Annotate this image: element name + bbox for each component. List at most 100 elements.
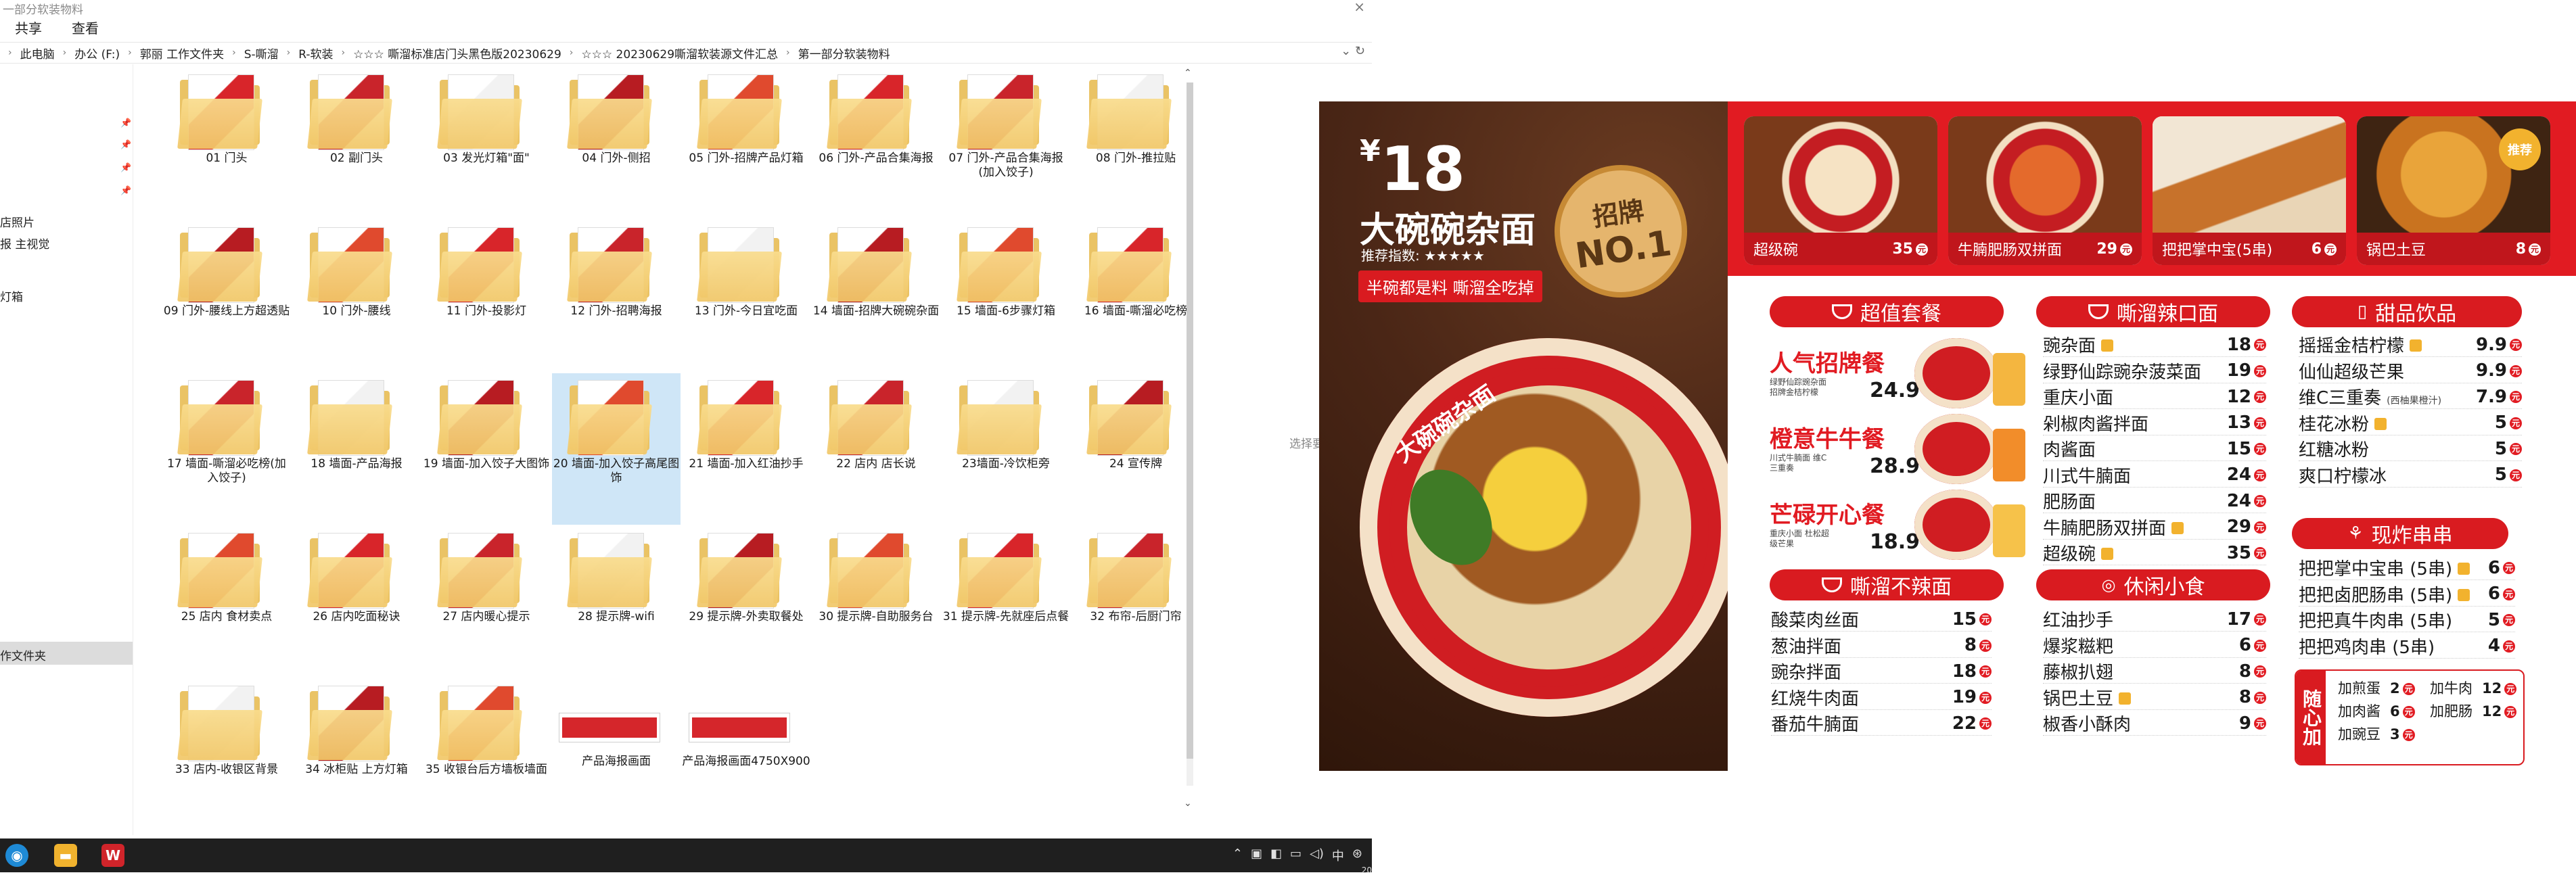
network-icon[interactable]: ▭ [1290, 847, 1302, 864]
folder-item[interactable]: 05 门外-招牌产品灯箱 [682, 68, 810, 219]
image-file-item[interactable]: 产品海报画面4750X900 [682, 679, 810, 830]
folder-item[interactable]: 23墙面-冷饮柜旁 [942, 373, 1070, 525]
nav-item-work-folder[interactable]: 作文件夹 [0, 646, 46, 663]
breadcrumb-current[interactable]: 第一部分软装物料 [798, 45, 890, 62]
folder-item[interactable]: 03 发光灯箱"面" [422, 68, 551, 219]
folder-item[interactable]: 12 门外-招聘海报 [552, 220, 681, 372]
folder-icon-front [177, 710, 262, 760]
add-on-name: 加肉酱 [2338, 703, 2380, 719]
cup-icon: ▯ [2357, 302, 2368, 322]
file-explorer-icon[interactable]: ▬ [54, 844, 77, 867]
breadcrumb-work-folder[interactable]: 郭丽 工作文件夹 [140, 45, 224, 62]
menu-item-name: 肉酱面 [2043, 436, 2227, 461]
menu-item-name-text: 红糖冰粉 [2299, 440, 2370, 460]
nav-item-lightbox[interactable]: 灯箱 [0, 287, 23, 304]
hero-panel: 大碗碗杂面 ¥18 大碗碗杂面 推荐指数: ★★★★★ 半碗都是料 嘶溜全吃掉 … [1319, 101, 1728, 771]
nav-item-kv[interactable]: 报 主视觉 [0, 235, 49, 252]
address-bar[interactable]: › 此电脑 › 办公 (F:) › 郭丽 工作文件夹 › S-嘶溜 › R-软装 › ☆☆… [0, 42, 1372, 64]
folder-icon-front [307, 252, 392, 302]
menu-item-price: 29 元 [2227, 517, 2266, 537]
folder-item[interactable]: 34 冰柜贴 上方灯箱 [292, 679, 421, 830]
tab-view[interactable]: 查看 [57, 18, 114, 37]
breadcrumb-drive[interactable]: 办公 (F:) [74, 45, 120, 62]
tray-app-icon[interactable]: ◧ [1270, 847, 1282, 864]
folder-item[interactable]: 29 提示牌-外卖取餐处 [682, 526, 810, 678]
folder-item[interactable]: 15 墙面-6步骤灯箱 [942, 220, 1070, 372]
menu-item-price: 6元 [2239, 635, 2266, 655]
folder-item[interactable]: 14 墙面-招牌大碗碗杂面 [812, 220, 940, 372]
folder-item[interactable]: 32 布帘-后厨门帘 [1072, 526, 1200, 678]
featured-dish-price: 6元 [2312, 241, 2337, 258]
breadcrumb-r-folder[interactable]: R-软装 [298, 45, 333, 62]
menu-item-row: 红油抄手 17 元 [2043, 607, 2266, 632]
folder-item[interactable]: 35 收银台后方墙板墙面 [422, 679, 551, 830]
price-value: 5 [2494, 412, 2507, 433]
clock[interactable]: 20 [1362, 866, 1372, 875]
nav-item-photos[interactable]: 店照片 [0, 213, 34, 230]
menu-item-name-text: 肉酱面 [2043, 440, 2096, 460]
folder-item[interactable]: 16 墙面-嘶溜必吃榜 [1072, 220, 1200, 372]
folder-item[interactable]: 01 门头 [162, 68, 291, 219]
breadcrumb-store-folder[interactable]: ☆☆☆ 嘶溜标准店门头黑色版20230629 [353, 45, 561, 62]
folder-item[interactable]: 24 宣传牌 [1072, 373, 1200, 525]
folder-item[interactable]: 28 提示牌-wifi [552, 526, 681, 678]
hero-recommend-rating: 推荐指数: ★★★★★ [1361, 247, 1485, 264]
volume-icon[interactable]: ◁) [1310, 847, 1324, 864]
scroll-up-icon[interactable]: ⌃ [1184, 68, 1192, 78]
close-icon[interactable]: × [1354, 0, 1365, 15]
tray-app-icon[interactable]: ▣ [1251, 847, 1262, 864]
price-value: 8 [1964, 635, 1977, 655]
folder-item[interactable]: 04 门外-侧招 [552, 68, 681, 219]
image-file-item[interactable]: 产品海报画面 [552, 679, 681, 830]
menu-item-row: 维C三重奏 (西柚果橙汁) 7.9 元 [2299, 385, 2522, 409]
folder-item[interactable]: 21 墙面-加入红油抄手 [682, 373, 810, 525]
folder-item[interactable]: 33 店内-收银区背景 [162, 679, 291, 830]
folder-item[interactable]: 27 店内暖心提示 [422, 526, 551, 678]
search-icon[interactable]: ◉ [5, 844, 28, 867]
section-title-text: 甜品饮品 [2375, 302, 2457, 326]
scroll-thumb[interactable] [1187, 82, 1193, 759]
tray-app-icon[interactable]: ⊛ [1352, 847, 1362, 864]
folder-item[interactable]: 02 副门头 [292, 68, 421, 219]
folder-item[interactable]: 20 墙面-加入饺子高尾图饰 [552, 373, 681, 525]
scroll-down-icon[interactable]: ⌄ [1184, 798, 1192, 809]
folder-item[interactable]: 11 门外-投影灯 [422, 220, 551, 372]
folder-item[interactable]: 31 提示牌-先就座后点餐 [942, 526, 1070, 678]
folder-item[interactable]: 10 门外-腰线 [292, 220, 421, 372]
wps-icon[interactable]: W [101, 844, 124, 867]
folder-item[interactable]: 08 门外-推拉贴 [1072, 68, 1200, 219]
folder-item[interactable]: 22 店内 店长说 [812, 373, 940, 525]
folder-item[interactable]: 07 门外-产品合集海报(加入饺子) [942, 68, 1070, 219]
featured-dish-strip: 超级碗 35 元牛腩肥肠双拼面 29 元把把掌中宝(5串) 6 元推荐 锅巴土豆 8 元 [1728, 101, 2576, 276]
price-value: 24 [2226, 490, 2251, 511]
folder-item[interactable]: 13 门外-今日宜吃面 [682, 220, 810, 372]
tab-share[interactable]: 共享 [0, 18, 57, 37]
ime-icon[interactable]: 中 [1332, 847, 1344, 864]
refresh-icon[interactable]: ⌄ ↻ [1341, 44, 1365, 58]
price-value: 8 [2515, 240, 2526, 258]
folder-item[interactable]: 26 店内吃面秘诀 [292, 526, 421, 678]
folder-item[interactable]: 30 提示牌-自助服务台 [812, 526, 940, 678]
menu-item-row: 超级碗 35 元 [2043, 541, 2266, 565]
breadcrumb-this-pc[interactable]: 此电脑 [20, 45, 55, 62]
menu-item-name: 把把卤肥肠串 (5串) [2299, 582, 2488, 607]
folder-item[interactable]: 06 门外-产品合集海报 [812, 68, 940, 219]
featured-dish-caption: 把把掌中宝(5串) 6 元 [2153, 233, 2346, 265]
breadcrumb-s-folder[interactable]: S-嘶溜 [244, 45, 279, 62]
folder-name: 01 门头 [206, 151, 248, 165]
chevron-right-icon: › [232, 47, 236, 58]
thumbs-up-icon [2101, 339, 2114, 352]
chevron-up-icon[interactable]: ⌃ [1233, 847, 1243, 864]
folder-item[interactable]: 18 墙面-产品海报 [292, 373, 421, 525]
drink-photo [1993, 353, 2025, 406]
price-value: 5 [2494, 465, 2507, 485]
section-title-text: 休闲小食 [2123, 575, 2205, 599]
folder-item[interactable]: 09 门外-腰线上方超透贴 [162, 220, 291, 372]
vertical-scrollbar[interactable]: ⌃ ⌄ [1182, 68, 1196, 811]
breadcrumb-source-folder[interactable]: ☆☆☆ 20230629嘶溜软装源文件汇总 [581, 45, 778, 62]
folder-item[interactable]: 19 墙面-加入饺子大图饰 [422, 373, 551, 525]
folder-item[interactable]: 17 墙面-嘶溜必吃榜(加入饺子) [162, 373, 291, 525]
featured-dish-caption: 超级碗 35 元 [1744, 233, 1937, 265]
folder-item[interactable]: 25 店内 食材卖点 [162, 526, 291, 678]
yuan-dot-icon: 元 [2510, 339, 2522, 351]
